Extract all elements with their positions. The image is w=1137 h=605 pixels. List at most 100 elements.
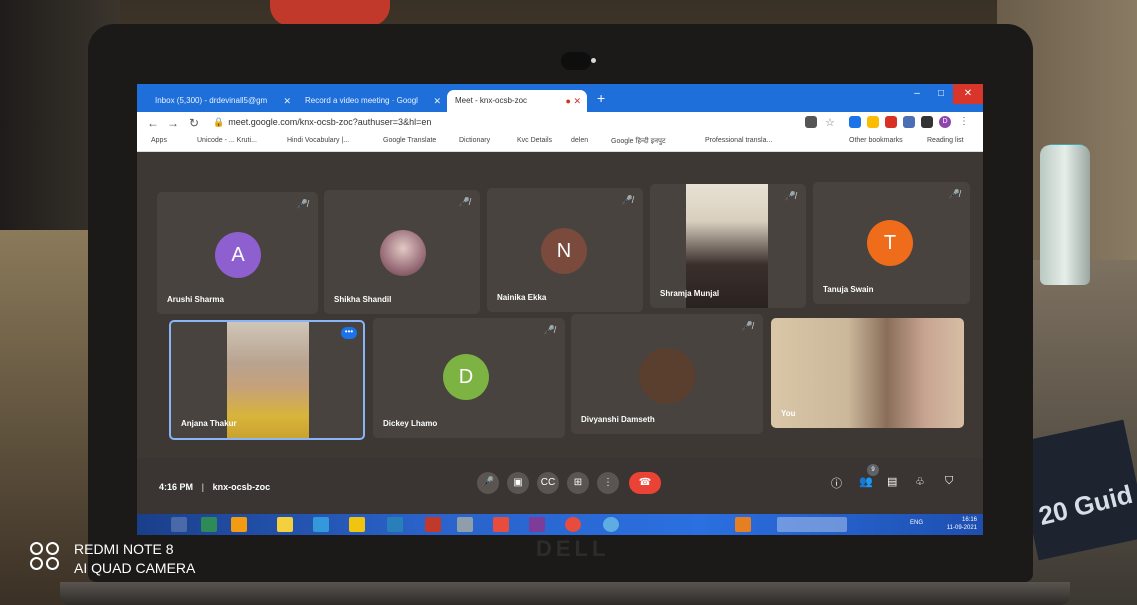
participant-name: You xyxy=(781,409,796,418)
app-icon[interactable] xyxy=(457,517,473,532)
camera-button[interactable]: ▣ xyxy=(507,472,529,494)
app-icon[interactable] xyxy=(493,517,509,532)
avatar: N xyxy=(541,228,587,274)
close-icon[interactable]: ✕ xyxy=(283,90,291,112)
bookmark-folder[interactable]: Other bookmarks xyxy=(849,137,903,144)
participant-name: Shramja Munjal xyxy=(660,289,720,298)
extension-icon[interactable] xyxy=(849,116,861,128)
language-indicator[interactable]: ENG xyxy=(910,520,923,526)
close-window-icon[interactable]: ✕ xyxy=(953,84,983,104)
end-call-button[interactable]: ☎ xyxy=(629,472,661,494)
back-icon[interactable]: ← xyxy=(147,116,159,130)
tab-label: Inbox (5,300) - drdevinall5@gm xyxy=(155,96,268,105)
people-icon[interactable]: 👥 xyxy=(859,475,873,488)
meeting-code: knx-ocsb-zoc xyxy=(212,482,271,492)
laptop-logo: DELL xyxy=(536,536,610,561)
separator: | xyxy=(201,482,205,492)
minimize-icon[interactable]: – xyxy=(905,84,929,104)
url-text: meet.google.com/knx-ocsb-zoc?authuser=3&… xyxy=(228,117,432,127)
pdf-icon[interactable] xyxy=(425,517,441,532)
bookmark-apps[interactable]: Apps xyxy=(151,137,167,144)
participant-tile[interactable]: 🎤̸ Shramja Munjal xyxy=(650,184,806,308)
close-icon[interactable]: ✕ xyxy=(433,90,441,112)
lock-icon: 🔒 xyxy=(213,117,225,127)
self-view-tile[interactable]: You xyxy=(771,318,964,428)
tab-gmail[interactable]: Inbox (5,300) - drdevinall5@gm ✕ xyxy=(147,90,297,112)
start-icon[interactable] xyxy=(171,517,187,532)
puzzle-icon[interactable] xyxy=(921,116,933,128)
app-icon[interactable] xyxy=(603,517,619,532)
avatar: D xyxy=(443,354,489,400)
url-field[interactable]: 🔒 meet.google.com/knx-ocsb-zoc?authuser=3… xyxy=(213,117,431,128)
info-icon[interactable]: ⓘ xyxy=(831,475,842,491)
meeting-time: 4:16 PM xyxy=(159,482,194,492)
tab-meet[interactable]: Meet - knx-ocsb-zoc ● ✕ xyxy=(447,90,587,112)
avatar: A xyxy=(215,232,261,278)
forward-icon[interactable]: → xyxy=(167,116,179,130)
mic-off-icon: 🎤̸ xyxy=(458,197,470,207)
participant-tile-active[interactable]: ••• Anjana Thakur xyxy=(169,320,365,440)
participant-tile[interactable]: 🎤̸ T Tanuja Swain xyxy=(813,182,970,304)
bookmark-item[interactable]: Hindi Vocabulary |... xyxy=(287,137,349,144)
people-count-badge: 9 xyxy=(867,464,879,476)
teams-icon[interactable] xyxy=(529,517,545,532)
mic-off-icon: 🎤̸ xyxy=(621,195,633,205)
clock-time: 16:16 xyxy=(961,517,977,523)
bookmark-item[interactable]: Google Translate xyxy=(383,137,436,144)
more-options-button[interactable]: ••• xyxy=(341,327,357,339)
bookmark-item[interactable]: delen xyxy=(571,137,588,144)
more-options-icon[interactable]: ⋮ xyxy=(597,472,619,494)
meet-control-bar: 4:16 PM | knx-ocsb-zoc 🎤 ▣ CC ⊞ ⋮ ☎ ⓘ 👥 … xyxy=(137,458,983,514)
edge-icon[interactable] xyxy=(313,517,329,532)
tab-record-meeting[interactable]: Record a video meeting · Googl ✕ xyxy=(297,90,447,112)
menu-dots-icon[interactable]: ⋮ xyxy=(959,116,971,128)
laptop-base xyxy=(60,582,1070,605)
pdf-extension-icon[interactable] xyxy=(885,116,897,128)
bookmark-reading-list[interactable]: Reading list xyxy=(927,137,964,144)
captions-button[interactable]: CC xyxy=(537,472,559,494)
chat-icon[interactable]: ▤ xyxy=(887,475,897,488)
participant-tile[interactable]: 🎤̸ D Dickey Lhamo xyxy=(373,318,565,438)
tray-icon[interactable] xyxy=(735,517,751,532)
bookmark-item[interactable]: Kvc Details xyxy=(517,137,552,144)
tab-label: Record a video meeting · Googl xyxy=(305,96,418,105)
tab-label: Meet - knx-ocsb-zoc xyxy=(455,96,528,105)
extension-icon[interactable] xyxy=(903,116,915,128)
taskbar-clock[interactable]: 16:16 11-09-2021 xyxy=(947,516,977,532)
camera-indicator-icon[interactable] xyxy=(805,116,817,128)
bookmark-item[interactable]: Professional transla... xyxy=(705,137,772,144)
microphone-button[interactable]: 🎤 xyxy=(477,472,499,494)
participant-tile[interactable]: 🎤̸ Divyanshi Damseth xyxy=(571,314,763,434)
avatar xyxy=(380,230,426,276)
new-tab-plus-icon[interactable]: + xyxy=(597,90,605,106)
maximize-icon[interactable]: □ xyxy=(929,84,953,104)
reload-icon[interactable]: ↻ xyxy=(189,116,199,130)
app-icon[interactable] xyxy=(201,517,217,532)
word-icon[interactable] xyxy=(387,517,403,532)
profile-avatar[interactable]: D xyxy=(939,116,951,128)
watermark-text: REDMI NOTE 8 AI QUAD CAMERA xyxy=(74,540,195,578)
system-tray-icons[interactable] xyxy=(777,517,847,532)
participant-tile[interactable]: 🎤̸ A Arushi Sharma xyxy=(157,192,318,314)
bottle xyxy=(1040,145,1090,285)
laptop-screen: Inbox (5,300) - drdevinall5@gm ✕ Record … xyxy=(137,84,983,535)
activities-icon[interactable]: ♧ xyxy=(915,475,925,488)
bookmark-item[interactable]: Google हिन्दी इनपुट xyxy=(611,137,666,146)
address-bar: ← → ↻ 🔒 meet.google.com/knx-ocsb-zoc?auth… xyxy=(137,112,983,134)
mic-off-icon: 🎤̸ xyxy=(296,199,308,209)
file-explorer-icon[interactable] xyxy=(277,517,293,532)
extension-icon[interactable] xyxy=(867,116,879,128)
host-controls-icon[interactable]: ⛉ xyxy=(945,475,953,488)
participant-tile[interactable]: 🎤̸ Shikha Shandil xyxy=(324,190,480,314)
star-icon[interactable]: ☆ xyxy=(825,116,837,129)
chrome-icon[interactable] xyxy=(349,517,365,532)
watermark-line1: REDMI NOTE 8 xyxy=(74,541,174,557)
bookmark-item[interactable]: Dictionary xyxy=(459,137,490,144)
vlc-icon[interactable] xyxy=(231,517,247,532)
opera-icon[interactable] xyxy=(565,517,581,532)
bookmark-item[interactable]: Unicode - ... Kruti... xyxy=(197,137,257,144)
present-button[interactable]: ⊞ xyxy=(567,472,589,494)
participant-name: Anjana Thakur xyxy=(181,419,237,428)
red-lamp xyxy=(270,0,390,26)
participant-tile[interactable]: 🎤̸ N Nainika Ekka xyxy=(487,188,643,312)
